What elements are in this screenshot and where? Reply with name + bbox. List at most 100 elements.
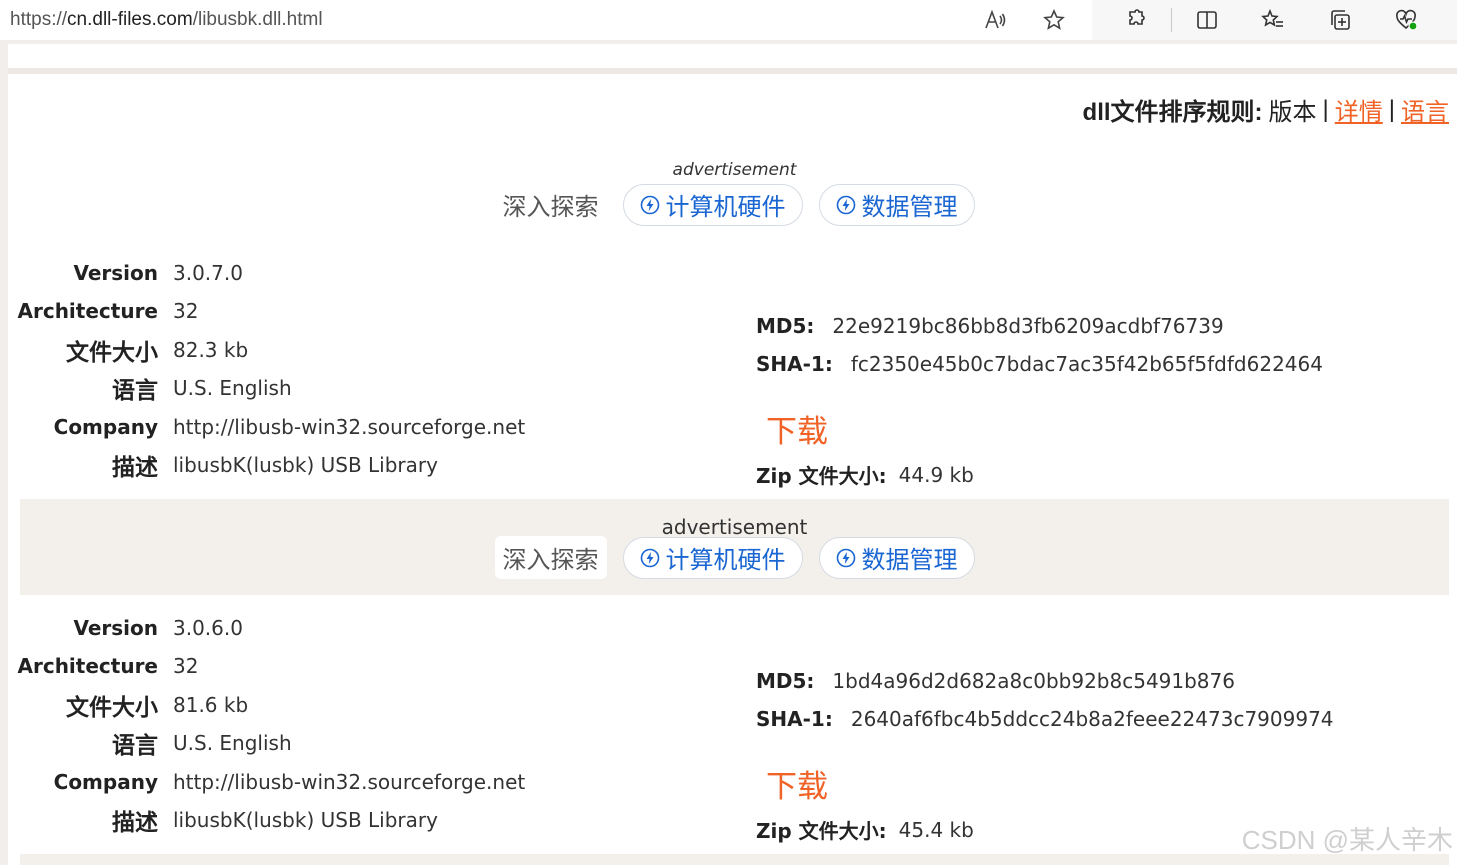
zip-size-value: 44.9 kb	[898, 462, 974, 487]
ad-block: advertisement 深入探索 计算机硬件 数据管理	[20, 156, 1449, 232]
language-label: 语言	[112, 378, 158, 404]
md5-label: MD5:	[756, 314, 815, 338]
version-label: Version	[73, 261, 158, 285]
bolt-circle-icon	[640, 195, 659, 214]
version-label: Version	[73, 616, 158, 640]
dll-entry: Version 3.0.7.0 Architecture 32 文件大小 82.3 k…	[8, 258, 1457, 498]
architecture-label: Architecture	[17, 299, 159, 323]
ad-chip-label: 计算机硬件	[665, 194, 786, 221]
info-row-language: 语言 U.S. English	[8, 373, 292, 404]
sha1-row: SHA-1: fc2350e45b0c7bdac7ac35f42b65f5fdfd…	[756, 352, 1323, 376]
architecture-value: 32	[173, 299, 199, 323]
next-ad-strip	[20, 854, 1449, 865]
language-value: U.S. English	[173, 731, 292, 755]
md5-label: MD5:	[756, 669, 815, 693]
watermark: CSDN @某人辛木	[1241, 825, 1453, 855]
bolt-circle-icon	[836, 548, 855, 567]
sha1-label: SHA-1:	[756, 352, 833, 376]
info-row-description: 描述 libusbK(lusbk) USB Library	[8, 450, 438, 481]
ad-explore-link[interactable]: 深入探索	[495, 183, 607, 226]
sort-separator: |	[1388, 95, 1395, 123]
info-row-description: 描述 libusbK(lusbk) USB Library	[8, 805, 438, 836]
page-top-strip	[8, 44, 1457, 74]
browser-toolbar: https://cn.dll-files.com/libusbk.dll.htm…	[0, 0, 1457, 40]
split-screen-icon[interactable]	[1193, 6, 1221, 34]
description-value: libusbK(lusbk) USB Library	[173, 808, 438, 832]
info-row-version: Version 3.0.6.0	[8, 613, 243, 643]
ad-chip-data-management[interactable]: 数据管理	[818, 536, 975, 579]
sha1-row: SHA-1: 2640af6fbc4b5ddcc24b8a2feee22473c7…	[756, 707, 1334, 731]
url-host: cn.dll-files.com	[67, 9, 193, 30]
md5-value: 1bd4a96d2d682a8c0bb92b8c5491b876	[832, 669, 1235, 693]
bolt-circle-icon	[836, 195, 855, 214]
file-size-label: 文件大小	[66, 695, 158, 721]
ad-row: 深入探索 计算机硬件 数据管理	[20, 183, 1449, 226]
info-row-company: Company http://libusb-win32.sourceforge.n…	[8, 412, 526, 442]
ad-block: advertisement 深入探索 计算机硬件 数据管理	[20, 499, 1449, 595]
company-value: http://libusb-win32.sourceforge.net	[173, 770, 526, 794]
ad-chip-hardware[interactable]: 计算机硬件	[622, 183, 803, 226]
bolt-circle-icon	[640, 548, 659, 567]
extensions-icon[interactable]	[1121, 6, 1149, 34]
company-value: http://libusb-win32.sourceforge.net	[173, 415, 526, 439]
version-value: 3.0.7.0	[173, 261, 243, 285]
read-aloud-icon[interactable]	[981, 6, 1009, 34]
description-label: 描述	[112, 455, 158, 481]
toolbar-divider	[1171, 8, 1172, 32]
favorite-star-icon[interactable]	[1040, 6, 1068, 34]
architecture-value: 32	[173, 654, 199, 678]
language-label: 语言	[112, 733, 158, 759]
company-label: Company	[53, 770, 158, 794]
favorites-icon[interactable]	[1259, 6, 1287, 34]
file-size-value: 82.3 kb	[173, 338, 249, 362]
file-size-value: 81.6 kb	[173, 693, 249, 717]
company-label: Company	[53, 415, 158, 439]
md5-row: MD5: 22e9219bc86bb8d3fb6209acdbf76739	[756, 314, 1224, 338]
ad-label: advertisement	[672, 160, 797, 180]
version-value: 3.0.6.0	[173, 616, 243, 640]
zip-size-row: Zip 文件大小: 45.4 kb	[756, 815, 974, 844]
description-value: libusbK(lusbk) USB Library	[173, 453, 438, 477]
zip-size-label: Zip 文件大小:	[756, 464, 887, 488]
info-row-architecture: Architecture 32	[8, 651, 199, 681]
info-row-file-size: 文件大小 81.6 kb	[8, 690, 249, 721]
browser-essentials-icon[interactable]	[1392, 6, 1420, 34]
ad-chip-hardware[interactable]: 计算机硬件	[622, 536, 803, 579]
sort-option-language-link[interactable]: 语言	[1401, 92, 1449, 127]
page-content: dll文件排序规则: 版本 | 详情 | 语言 advertisement 深入…	[8, 44, 1457, 865]
info-row-language: 语言 U.S. English	[8, 728, 292, 759]
sha1-value: 2640af6fbc4b5ddcc24b8a2feee22473c7909974	[850, 707, 1334, 731]
ad-chip-data-management[interactable]: 数据管理	[818, 183, 975, 226]
description-label: 描述	[112, 810, 158, 836]
language-value: U.S. English	[173, 376, 292, 400]
address-bar[interactable]: https://cn.dll-files.com/libusbk.dll.htm…	[0, 0, 1092, 40]
sort-option-version: 版本	[1268, 99, 1317, 126]
info-row-architecture: Architecture 32	[8, 296, 199, 326]
ad-chip-label: 计算机硬件	[665, 547, 786, 574]
ad-row: 深入探索 计算机硬件 数据管理	[20, 536, 1449, 579]
info-row-version: Version 3.0.7.0	[8, 258, 243, 288]
zip-size-label: Zip 文件大小:	[756, 819, 887, 843]
download-link[interactable]: 下载	[766, 761, 828, 806]
ad-explore-link[interactable]: 深入探索	[494, 536, 607, 579]
dll-entry: Version 3.0.6.0 Architecture 32 文件大小 81.6 k…	[8, 613, 1457, 853]
file-size-label: 文件大小	[66, 340, 158, 366]
md5-value: 22e9219bc86bb8d3fb6209acdbf76739	[832, 314, 1224, 338]
sort-rule-label: dll文件排序规则:	[1082, 99, 1263, 126]
sort-option-details-link[interactable]: 详情	[1335, 92, 1383, 127]
collections-icon[interactable]	[1326, 6, 1354, 34]
ad-chip-label: 数据管理	[861, 547, 958, 574]
sort-separator: |	[1322, 95, 1329, 123]
sha1-value: fc2350e45b0c7bdac7ac35f42b65f5fdfd622464	[850, 352, 1323, 376]
architecture-label: Architecture	[17, 654, 159, 678]
sort-rule: dll文件排序规则: 版本 | 详情 | 语言	[1083, 92, 1449, 127]
download-link[interactable]: 下载	[766, 406, 828, 451]
ad-chip-label: 数据管理	[861, 194, 958, 221]
info-row-file-size: 文件大小 82.3 kb	[8, 335, 249, 366]
zip-size-row: Zip 文件大小: 44.9 kb	[756, 460, 974, 489]
info-row-company: Company http://libusb-win32.sourceforge.n…	[8, 767, 526, 797]
sha1-label: SHA-1:	[756, 707, 833, 731]
url-path: /libusbk.dll.html	[192, 9, 323, 30]
md5-row: MD5: 1bd4a96d2d682a8c0bb92b8c5491b876	[756, 669, 1235, 693]
url-scheme: https://	[10, 9, 68, 30]
